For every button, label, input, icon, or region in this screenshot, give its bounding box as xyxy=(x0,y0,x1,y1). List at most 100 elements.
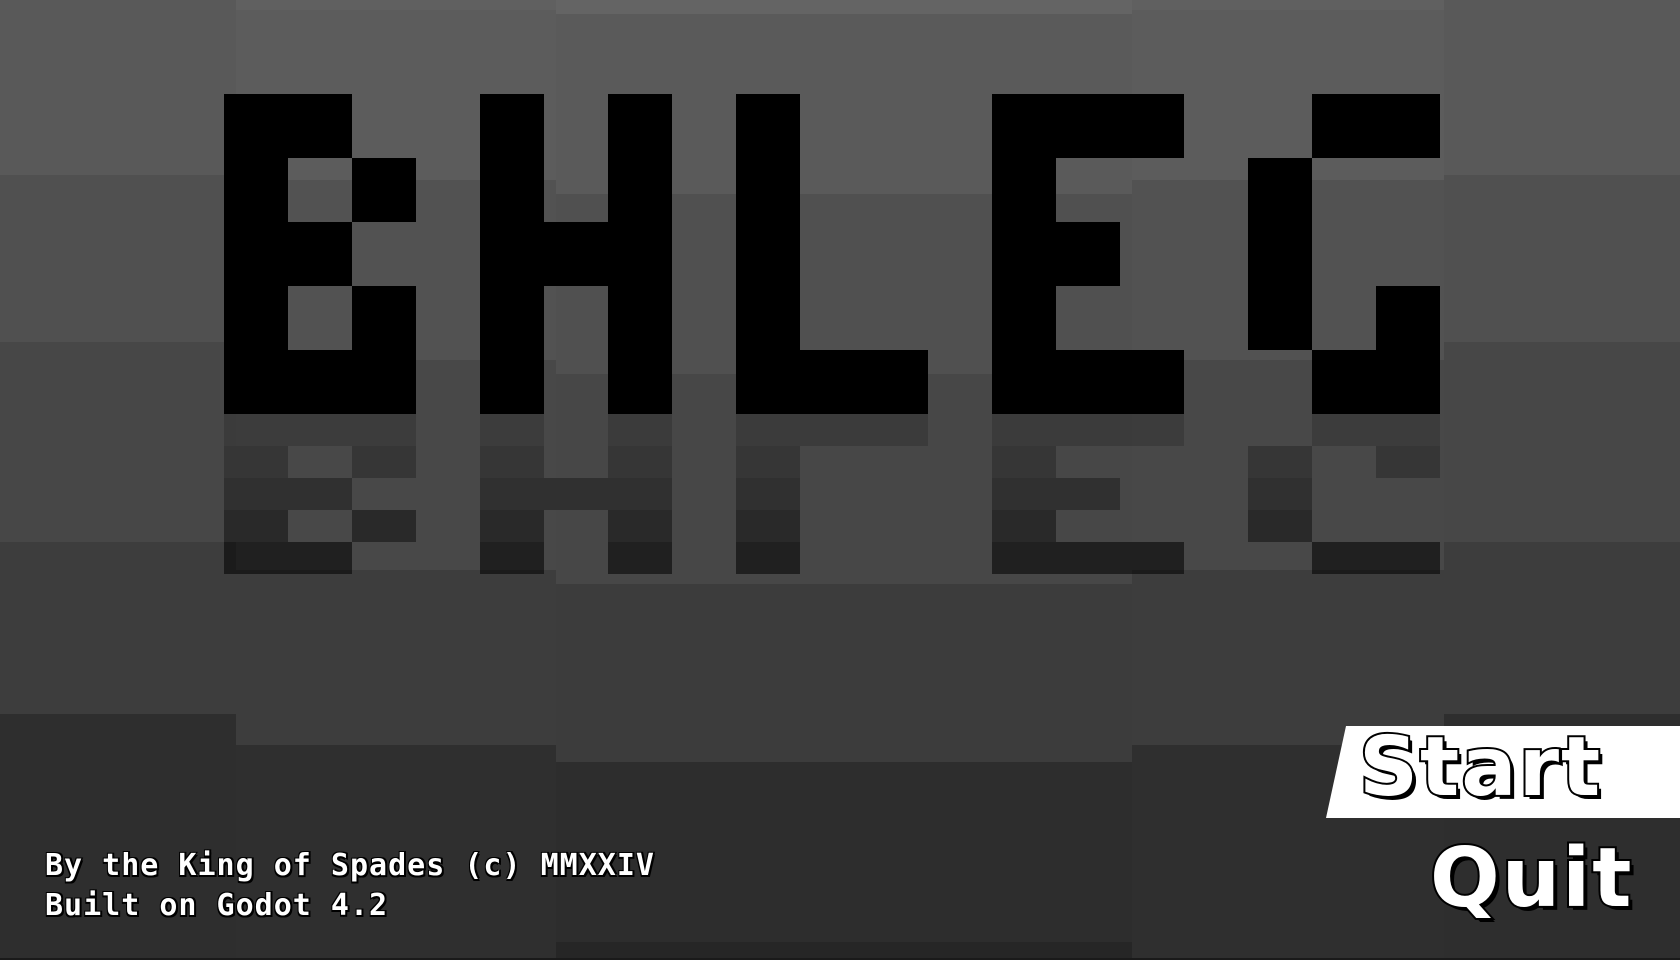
logo-pixel xyxy=(1056,542,1120,574)
logo-pixel xyxy=(352,158,416,222)
logo-pixel xyxy=(608,158,672,222)
logo-pixel xyxy=(736,94,800,158)
logo-pixel xyxy=(480,94,544,158)
logo-pixel xyxy=(224,414,288,446)
quit-button-label: Quit xyxy=(1428,831,1634,926)
logo-pixel xyxy=(992,478,1056,510)
logo-pixel xyxy=(1376,94,1440,158)
logo-pixel xyxy=(1120,94,1184,158)
logo-pixel xyxy=(352,414,416,446)
logo-pixel xyxy=(1376,350,1440,414)
logo-pixel xyxy=(1312,350,1376,414)
logo-pixel xyxy=(992,94,1056,158)
logo-pixel xyxy=(288,478,352,510)
logo-pixel xyxy=(608,478,672,510)
logo-pixel xyxy=(992,542,1056,574)
logo-pixel xyxy=(1056,222,1120,286)
logo-pixel xyxy=(736,542,800,574)
logo-pixel xyxy=(992,510,1056,542)
logo-pixel xyxy=(480,478,544,510)
logo-pixel xyxy=(608,222,672,286)
start-button[interactable]: Start xyxy=(1326,726,1680,818)
logo-pixel xyxy=(480,350,544,414)
logo-pixel xyxy=(288,94,352,158)
logo-pixel xyxy=(480,158,544,222)
logo-pixel xyxy=(736,446,800,478)
logo-pixel xyxy=(1312,414,1376,446)
logo-pixel xyxy=(480,510,544,542)
logo-pixel xyxy=(1376,446,1440,478)
logo-pixel xyxy=(992,222,1056,286)
logo-pixel xyxy=(1248,478,1312,510)
start-button-label: Start xyxy=(1357,720,1603,815)
logo-pixel xyxy=(1248,446,1312,478)
logo-pixel xyxy=(480,414,544,446)
logo-pixel xyxy=(352,510,416,542)
logo-pixel xyxy=(800,350,864,414)
logo-pixel xyxy=(992,446,1056,478)
logo-pixel xyxy=(1248,158,1312,222)
logo-pixel xyxy=(608,286,672,350)
logo-pixel xyxy=(992,158,1056,222)
logo-pixel xyxy=(1312,94,1376,158)
logo-pixel xyxy=(1248,510,1312,542)
logo-pixel xyxy=(736,414,800,446)
credits-engine-line: Built on Godot 4.2 xyxy=(45,888,389,923)
logo-pixel xyxy=(480,222,544,286)
logo-pixel xyxy=(608,542,672,574)
logo-pixel xyxy=(544,222,608,286)
logo-pixel xyxy=(224,158,288,222)
logo-pixel xyxy=(1312,542,1376,574)
logo-pixel xyxy=(1376,414,1440,446)
logo-pixel xyxy=(864,350,928,414)
logo-pixel xyxy=(224,478,288,510)
logo-pixel xyxy=(1376,286,1440,350)
quit-button[interactable]: Quit xyxy=(1426,836,1680,932)
logo-pixel xyxy=(480,286,544,350)
logo-pixel xyxy=(480,446,544,478)
logo-pixel xyxy=(352,446,416,478)
logo-pixel xyxy=(288,542,352,574)
credits: By the King of Spades (c) MMXXIV Built o… xyxy=(45,846,655,926)
logo-pixel xyxy=(1120,414,1184,446)
logo-pixel xyxy=(608,446,672,478)
logo-pixel xyxy=(736,478,800,510)
logo-pixel xyxy=(1056,94,1120,158)
logo-pixel xyxy=(608,510,672,542)
logo-pixel xyxy=(288,222,352,286)
logo-pixel xyxy=(480,542,544,574)
logo-pixel xyxy=(1376,542,1440,574)
logo-pixel xyxy=(1248,286,1312,350)
logo-pixel xyxy=(736,222,800,286)
logo-pixel xyxy=(288,350,352,414)
logo-pixel xyxy=(352,350,416,414)
logo-pixel xyxy=(224,286,288,350)
logo-pixel xyxy=(736,350,800,414)
logo-pixel xyxy=(1056,478,1120,510)
logo-pixel xyxy=(1056,350,1120,414)
logo-pixel xyxy=(800,414,864,446)
logo-pixel xyxy=(864,414,928,446)
logo-pixel xyxy=(224,350,288,414)
logo-pixel xyxy=(608,414,672,446)
logo-pixel xyxy=(352,286,416,350)
logo-pixel xyxy=(736,286,800,350)
logo-pixel xyxy=(224,446,288,478)
credits-author-line: By the King of Spades (c) MMXXIV xyxy=(45,848,655,883)
logo-pixel xyxy=(608,350,672,414)
logo-pixel xyxy=(1120,350,1184,414)
logo-pixel xyxy=(1248,222,1312,286)
logo-pixel xyxy=(224,542,288,574)
logo-pixel xyxy=(224,510,288,542)
logo-pixel xyxy=(224,94,288,158)
logo-pixel xyxy=(224,222,288,286)
logo-pixel xyxy=(736,510,800,542)
logo-pixel xyxy=(544,478,608,510)
logo-pixel xyxy=(1056,414,1120,446)
logo-pixel xyxy=(736,158,800,222)
logo-pixel xyxy=(992,414,1056,446)
logo-pixel xyxy=(992,286,1056,350)
logo-pixel xyxy=(608,94,672,158)
logo-pixel xyxy=(992,350,1056,414)
logo-pixel xyxy=(288,414,352,446)
